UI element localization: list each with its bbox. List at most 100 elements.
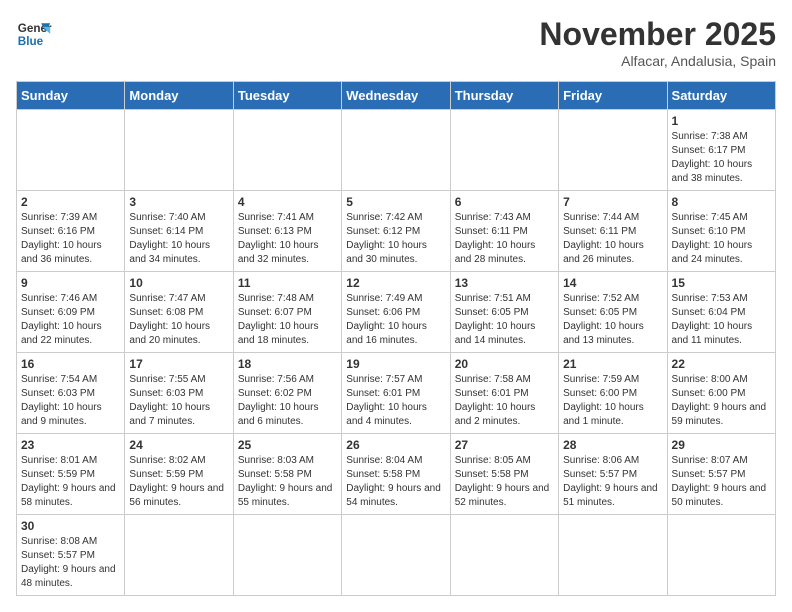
day-number: 3 xyxy=(129,195,228,209)
day-cell xyxy=(559,110,667,191)
day-cell xyxy=(450,110,558,191)
day-number: 4 xyxy=(238,195,337,209)
day-number: 21 xyxy=(563,357,662,371)
day-number: 28 xyxy=(563,438,662,452)
day-number: 19 xyxy=(346,357,445,371)
day-cell: 3 Sunrise: 7:40 AM Sunset: 6:14 PM Daylig… xyxy=(125,191,233,272)
day-info: Sunrise: 7:42 AM Sunset: 6:12 PM Dayligh… xyxy=(346,211,445,267)
day-info: Sunrise: 7:40 AM Sunset: 6:14 PM Dayligh… xyxy=(129,211,228,267)
weekday-header-thursday: Thursday xyxy=(450,82,558,110)
day-number: 30 xyxy=(21,519,120,533)
week-row-4: 16Sunrise: 7:54 AM Sunset: 6:03 PM Dayli… xyxy=(17,353,776,434)
weekday-header-row: SundayMondayTuesdayWednesdayThursdayFrid… xyxy=(17,82,776,110)
day-cell: 8 Sunrise: 7:45 AM Sunset: 6:10 PM Daylig… xyxy=(667,191,775,272)
day-info: Sunrise: 7:55 AM Sunset: 6:03 PM Dayligh… xyxy=(129,373,228,429)
day-info: Sunrise: 7:39 AM Sunset: 6:16 PM Dayligh… xyxy=(21,211,120,267)
day-cell xyxy=(17,110,125,191)
day-number: 29 xyxy=(672,438,771,452)
day-info: Sunrise: 7:59 AM Sunset: 6:00 PM Dayligh… xyxy=(563,373,662,429)
weekday-header-friday: Friday xyxy=(559,82,667,110)
page-header: General Blue November 2025 Alfacar, Anda… xyxy=(16,16,776,69)
day-cell xyxy=(450,515,558,596)
day-info: Sunrise: 7:46 AM Sunset: 6:09 PM Dayligh… xyxy=(21,292,120,348)
day-info: Sunrise: 8:00 AM Sunset: 6:00 PM Dayligh… xyxy=(672,373,771,429)
day-info: Sunrise: 7:58 AM Sunset: 6:01 PM Dayligh… xyxy=(455,373,554,429)
day-info: Sunrise: 8:01 AM Sunset: 5:59 PM Dayligh… xyxy=(21,454,120,510)
day-cell: 22 Sunrise: 8:00 AM Sunset: 6:00 PM Dayli… xyxy=(667,353,775,434)
day-info: Sunrise: 8:07 AM Sunset: 5:57 PM Dayligh… xyxy=(672,454,771,510)
week-row-3: 9Sunrise: 7:46 AM Sunset: 6:09 PM Daylig… xyxy=(17,272,776,353)
day-number: 10 xyxy=(129,276,228,290)
day-number: 2 xyxy=(21,195,120,209)
day-number: 18 xyxy=(238,357,337,371)
svg-text:Blue: Blue xyxy=(18,35,44,48)
day-cell xyxy=(559,515,667,596)
day-cell xyxy=(342,515,450,596)
day-cell: 7 Sunrise: 7:44 AM Sunset: 6:11 PM Daylig… xyxy=(559,191,667,272)
location: Alfacar, Andalusia, Spain xyxy=(539,53,776,69)
day-cell: 6Sunrise: 7:43 AM Sunset: 6:11 PM Daylig… xyxy=(450,191,558,272)
day-cell: 2 Sunrise: 7:39 AM Sunset: 6:16 PM Daylig… xyxy=(17,191,125,272)
day-number: 20 xyxy=(455,357,554,371)
day-cell: 1Sunrise: 7:38 AM Sunset: 6:17 PM Daylig… xyxy=(667,110,775,191)
week-row-1: 1Sunrise: 7:38 AM Sunset: 6:17 PM Daylig… xyxy=(17,110,776,191)
day-info: Sunrise: 7:49 AM Sunset: 6:06 PM Dayligh… xyxy=(346,292,445,348)
day-number: 5 xyxy=(346,195,445,209)
day-number: 25 xyxy=(238,438,337,452)
day-number: 27 xyxy=(455,438,554,452)
weekday-header-saturday: Saturday xyxy=(667,82,775,110)
day-cell xyxy=(233,515,341,596)
day-number: 11 xyxy=(238,276,337,290)
day-cell: 11 Sunrise: 7:48 AM Sunset: 6:07 PM Dayli… xyxy=(233,272,341,353)
day-info: Sunrise: 7:48 AM Sunset: 6:07 PM Dayligh… xyxy=(238,292,337,348)
day-cell: 23 Sunrise: 8:01 AM Sunset: 5:59 PM Dayli… xyxy=(17,434,125,515)
day-number: 16 xyxy=(21,357,120,371)
title-area: November 2025 Alfacar, Andalusia, Spain xyxy=(539,16,776,69)
logo-icon: General Blue xyxy=(16,16,52,52)
weekday-header-wednesday: Wednesday xyxy=(342,82,450,110)
day-cell: 25Sunrise: 8:03 AM Sunset: 5:58 PM Dayli… xyxy=(233,434,341,515)
day-cell: 12 Sunrise: 7:49 AM Sunset: 6:06 PM Dayli… xyxy=(342,272,450,353)
day-cell xyxy=(125,515,233,596)
day-cell: 14Sunrise: 7:52 AM Sunset: 6:05 PM Dayli… xyxy=(559,272,667,353)
day-cell: 29 Sunrise: 8:07 AM Sunset: 5:57 PM Dayli… xyxy=(667,434,775,515)
day-cell: 30 Sunrise: 8:08 AM Sunset: 5:57 PM Dayli… xyxy=(17,515,125,596)
day-info: Sunrise: 7:44 AM Sunset: 6:11 PM Dayligh… xyxy=(563,211,662,267)
day-info: Sunrise: 7:45 AM Sunset: 6:10 PM Dayligh… xyxy=(672,211,771,267)
day-cell: 13 Sunrise: 7:51 AM Sunset: 6:05 PM Dayli… xyxy=(450,272,558,353)
day-cell: 15 Sunrise: 7:53 AM Sunset: 6:04 PM Dayli… xyxy=(667,272,775,353)
day-number: 23 xyxy=(21,438,120,452)
calendar-table: SundayMondayTuesdayWednesdayThursdayFrid… xyxy=(16,81,776,596)
day-info: Sunrise: 7:38 AM Sunset: 6:17 PM Dayligh… xyxy=(672,130,771,186)
day-cell: 18Sunrise: 7:56 AM Sunset: 6:02 PM Dayli… xyxy=(233,353,341,434)
day-cell: 28Sunrise: 8:06 AM Sunset: 5:57 PM Dayli… xyxy=(559,434,667,515)
day-cell: 4Sunrise: 7:41 AM Sunset: 6:13 PM Daylig… xyxy=(233,191,341,272)
day-cell xyxy=(342,110,450,191)
week-row-6: 30 Sunrise: 8:08 AM Sunset: 5:57 PM Dayli… xyxy=(17,515,776,596)
day-number: 12 xyxy=(346,276,445,290)
day-number: 22 xyxy=(672,357,771,371)
day-number: 26 xyxy=(346,438,445,452)
day-cell: 10Sunrise: 7:47 AM Sunset: 6:08 PM Dayli… xyxy=(125,272,233,353)
day-cell: 24Sunrise: 8:02 AM Sunset: 5:59 PM Dayli… xyxy=(125,434,233,515)
day-number: 8 xyxy=(672,195,771,209)
day-info: Sunrise: 8:02 AM Sunset: 5:59 PM Dayligh… xyxy=(129,454,228,510)
day-cell: 26Sunrise: 8:04 AM Sunset: 5:58 PM Dayli… xyxy=(342,434,450,515)
day-cell: 17 Sunrise: 7:55 AM Sunset: 6:03 PM Dayli… xyxy=(125,353,233,434)
day-cell: 21 Sunrise: 7:59 AM Sunset: 6:00 PM Dayli… xyxy=(559,353,667,434)
day-number: 7 xyxy=(563,195,662,209)
day-number: 17 xyxy=(129,357,228,371)
day-cell: 16Sunrise: 7:54 AM Sunset: 6:03 PM Dayli… xyxy=(17,353,125,434)
day-number: 14 xyxy=(563,276,662,290)
day-cell: 9Sunrise: 7:46 AM Sunset: 6:09 PM Daylig… xyxy=(17,272,125,353)
day-cell: 27Sunrise: 8:05 AM Sunset: 5:58 PM Dayli… xyxy=(450,434,558,515)
week-row-2: 2 Sunrise: 7:39 AM Sunset: 6:16 PM Daylig… xyxy=(17,191,776,272)
day-number: 13 xyxy=(455,276,554,290)
weekday-header-tuesday: Tuesday xyxy=(233,82,341,110)
day-number: 15 xyxy=(672,276,771,290)
day-cell: 20 Sunrise: 7:58 AM Sunset: 6:01 PM Dayli… xyxy=(450,353,558,434)
day-info: Sunrise: 7:51 AM Sunset: 6:05 PM Dayligh… xyxy=(455,292,554,348)
day-info: Sunrise: 8:08 AM Sunset: 5:57 PM Dayligh… xyxy=(21,535,120,591)
weekday-header-sunday: Sunday xyxy=(17,82,125,110)
day-info: Sunrise: 7:53 AM Sunset: 6:04 PM Dayligh… xyxy=(672,292,771,348)
